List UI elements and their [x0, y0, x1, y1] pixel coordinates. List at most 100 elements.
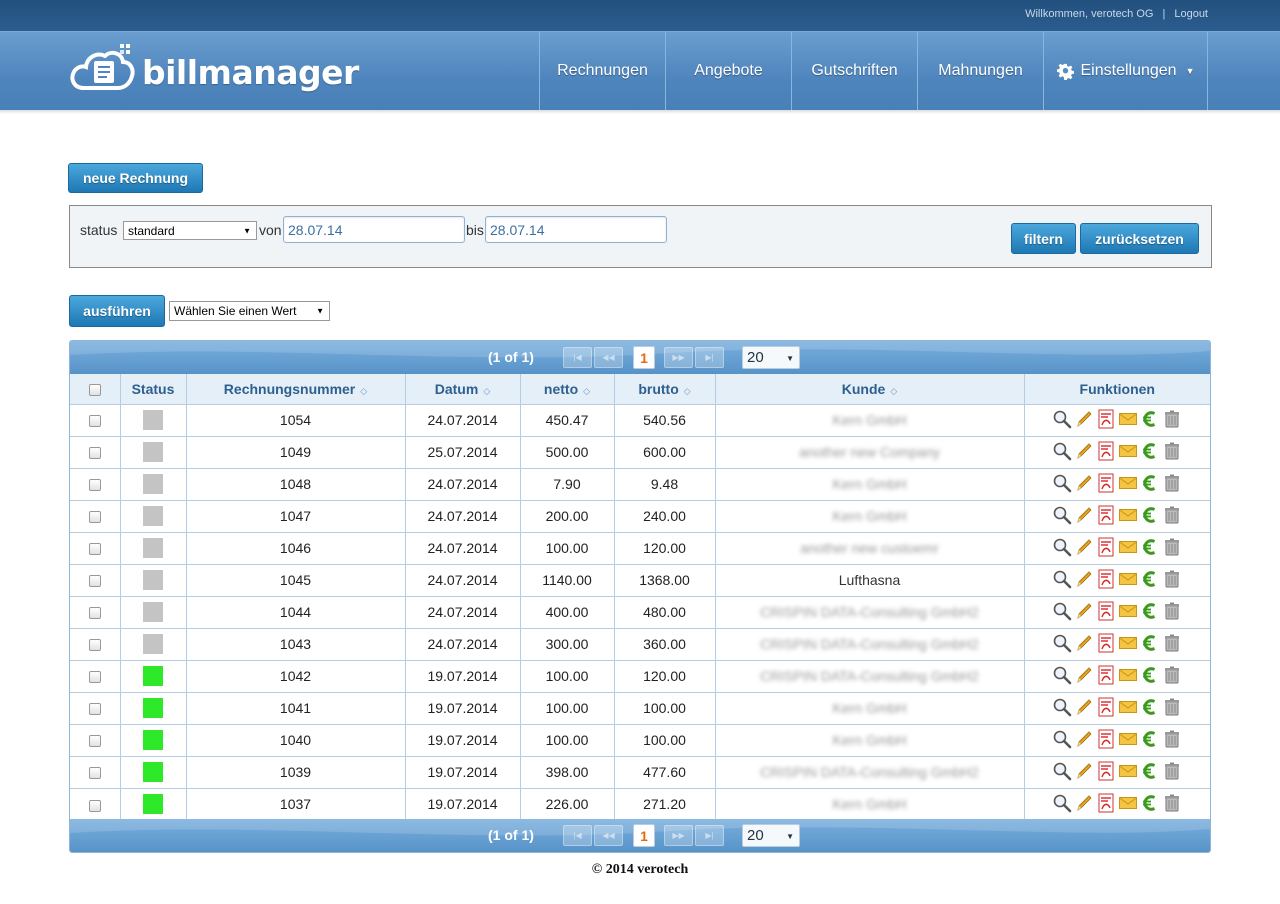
current-page[interactable]: 1 [633, 346, 655, 369]
payment-icon[interactable] [1140, 633, 1160, 653]
payment-icon[interactable] [1140, 793, 1160, 813]
row-checkbox[interactable] [88, 543, 101, 556]
next-page-button[interactable]: ▶▶ [664, 825, 693, 846]
logo[interactable]: billmanager [70, 43, 359, 100]
view-icon[interactable] [1052, 601, 1072, 621]
prev-page-button[interactable]: ◀◀ [594, 825, 623, 846]
logout-link[interactable]: Logout [1174, 8, 1208, 20]
table-row[interactable]: 1046 24.07.2014 100.00 120.00 another new cu… [70, 532, 1210, 565]
delete-icon[interactable] [1162, 697, 1182, 717]
edit-icon[interactable] [1074, 761, 1094, 781]
from-date-input[interactable]: 28.07.14 [283, 216, 465, 243]
delete-icon[interactable] [1162, 441, 1182, 461]
email-icon[interactable] [1118, 697, 1138, 717]
page-size-select[interactable]: 20 ▼ [742, 346, 800, 369]
payment-icon[interactable] [1140, 729, 1160, 749]
view-icon[interactable] [1052, 729, 1072, 749]
row-checkbox[interactable] [88, 479, 101, 492]
delete-icon[interactable] [1162, 761, 1182, 781]
nav-einstellungen[interactable]: Einstellungen ▼ [1043, 32, 1208, 110]
view-icon[interactable] [1052, 761, 1072, 781]
edit-icon[interactable] [1074, 601, 1094, 621]
pdf-icon[interactable] [1096, 409, 1116, 429]
email-icon[interactable] [1118, 505, 1138, 525]
pdf-icon[interactable] [1096, 537, 1116, 557]
pdf-icon[interactable] [1096, 441, 1116, 461]
pdf-icon[interactable] [1096, 473, 1116, 493]
edit-icon[interactable] [1074, 537, 1094, 557]
filter-button[interactable]: filtern [1011, 223, 1076, 254]
email-icon[interactable] [1118, 473, 1138, 493]
nav-mahnungen[interactable]: Mahnungen [917, 32, 1043, 110]
select-all-checkbox[interactable] [88, 384, 101, 397]
pdf-icon[interactable] [1096, 633, 1116, 653]
new-invoice-button[interactable]: neue Rechnung [68, 163, 203, 193]
email-icon[interactable] [1118, 409, 1138, 429]
status-select[interactable]: standard ▼ [123, 221, 257, 240]
edit-icon[interactable] [1074, 441, 1094, 461]
view-icon[interactable] [1052, 793, 1072, 813]
nav-gutschriften[interactable]: Gutschriften [791, 32, 917, 110]
payment-icon[interactable] [1140, 537, 1160, 557]
view-icon[interactable] [1052, 537, 1072, 557]
pdf-icon[interactable] [1096, 697, 1116, 717]
table-row[interactable]: 1054 24.07.2014 450.47 540.56 Kern GmbH [70, 404, 1210, 437]
col-net[interactable]: netto ◇ [520, 374, 615, 405]
col-customer[interactable]: Kunde ◇ [715, 374, 1025, 405]
payment-icon[interactable] [1140, 665, 1160, 685]
edit-icon[interactable] [1074, 665, 1094, 685]
col-number[interactable]: Rechnungsnummer ◇ [186, 374, 406, 405]
row-checkbox[interactable] [88, 447, 101, 460]
delete-icon[interactable] [1162, 473, 1182, 493]
view-icon[interactable] [1052, 441, 1072, 461]
table-row[interactable]: 1037 19.07.2014 226.00 271.20 Kern GmbH [70, 788, 1210, 820]
delete-icon[interactable] [1162, 537, 1182, 557]
row-checkbox[interactable] [88, 575, 101, 588]
col-date[interactable]: Datum ◇ [405, 374, 521, 405]
email-icon[interactable] [1118, 665, 1138, 685]
table-row[interactable]: 1049 25.07.2014 500.00 600.00 another new Co… [70, 436, 1210, 469]
payment-icon[interactable] [1140, 409, 1160, 429]
email-icon[interactable] [1118, 793, 1138, 813]
payment-icon[interactable] [1140, 505, 1160, 525]
payment-icon[interactable] [1140, 697, 1160, 717]
edit-icon[interactable] [1074, 633, 1094, 653]
pdf-icon[interactable] [1096, 729, 1116, 749]
payment-icon[interactable] [1140, 601, 1160, 621]
email-icon[interactable] [1118, 601, 1138, 621]
row-checkbox[interactable] [88, 671, 101, 684]
prev-page-button[interactable]: ◀◀ [594, 347, 623, 368]
next-page-button[interactable]: ▶▶ [664, 347, 693, 368]
edit-icon[interactable] [1074, 729, 1094, 749]
row-checkbox[interactable] [88, 639, 101, 652]
bulk-action-select[interactable]: Wählen Sie einen Wert ▼ [169, 301, 330, 321]
pdf-icon[interactable] [1096, 665, 1116, 685]
edit-icon[interactable] [1074, 569, 1094, 589]
row-checkbox[interactable] [88, 799, 101, 812]
last-page-button[interactable]: ▶| [695, 825, 724, 846]
payment-icon[interactable] [1140, 441, 1160, 461]
email-icon[interactable] [1118, 441, 1138, 461]
row-checkbox[interactable] [88, 703, 101, 716]
row-checkbox[interactable] [88, 607, 101, 620]
view-icon[interactable] [1052, 473, 1072, 493]
table-row[interactable]: 1043 24.07.2014 300.00 360.00 CRISPIN DATA-C… [70, 628, 1210, 661]
nav-angebote[interactable]: Angebote [665, 32, 791, 110]
first-page-button[interactable]: |◀ [563, 347, 592, 368]
edit-icon[interactable] [1074, 505, 1094, 525]
execute-button[interactable]: ausführen [69, 295, 165, 327]
table-row[interactable]: 1048 24.07.2014 7.90 9.48 Kern GmbH [70, 468, 1210, 501]
reset-button[interactable]: zurücksetzen [1080, 223, 1199, 254]
table-row[interactable]: 1044 24.07.2014 400.00 480.00 CRISPIN DATA-C… [70, 596, 1210, 629]
nav-rechnungen[interactable]: Rechnungen [539, 32, 665, 110]
edit-icon[interactable] [1074, 409, 1094, 429]
table-row[interactable]: 1040 19.07.2014 100.00 100.00 Kern GmbH [70, 724, 1210, 757]
edit-icon[interactable] [1074, 793, 1094, 813]
table-row[interactable]: 1042 19.07.2014 100.00 120.00 CRISPIN DATA-C… [70, 660, 1210, 693]
row-checkbox[interactable] [88, 415, 101, 428]
row-checkbox[interactable] [88, 735, 101, 748]
payment-icon[interactable] [1140, 569, 1160, 589]
pdf-icon[interactable] [1096, 569, 1116, 589]
view-icon[interactable] [1052, 569, 1072, 589]
payment-icon[interactable] [1140, 761, 1160, 781]
